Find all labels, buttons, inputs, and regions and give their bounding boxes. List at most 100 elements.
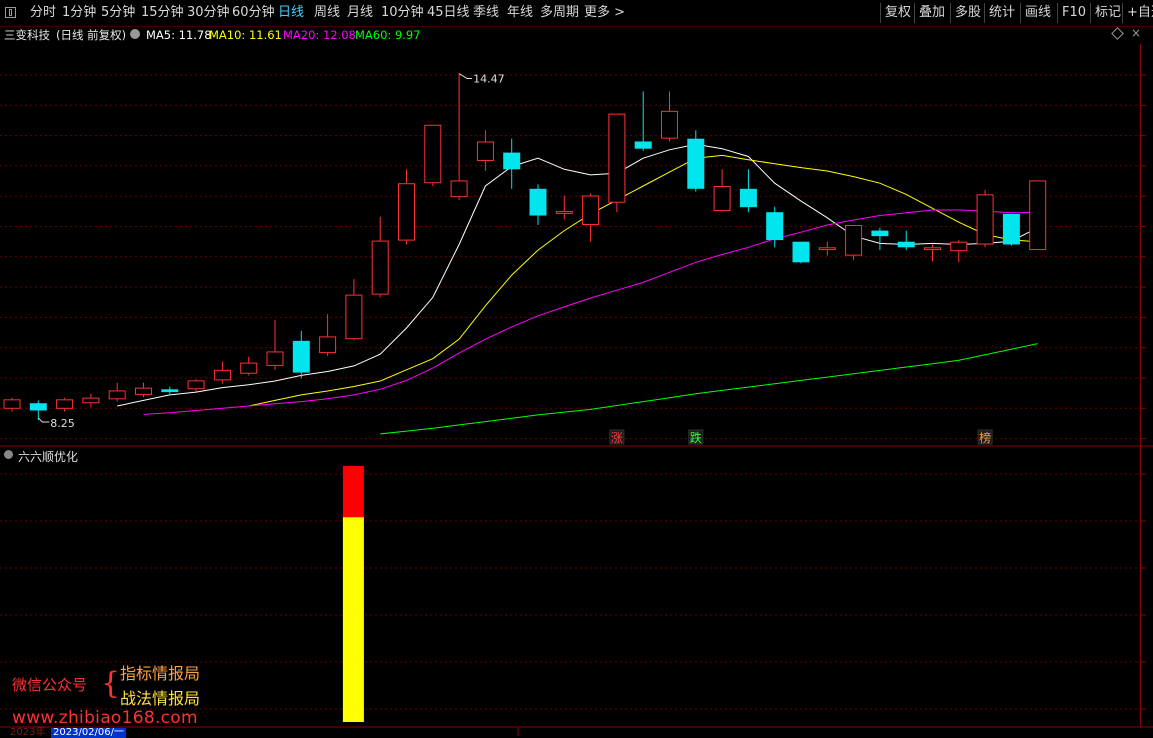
ma-settings-icon[interactable] [130, 29, 140, 39]
period-tab-14[interactable]: 更多 > [584, 0, 625, 26]
period-tab-8[interactable]: 月线 [347, 0, 373, 26]
candle-body [608, 113, 626, 203]
high-price-label: 14.47 [473, 73, 505, 86]
period-tab-0[interactable]: 分时 [30, 0, 56, 26]
watermark-url: www.zhibiao168.com [12, 708, 198, 728]
candle-20 [529, 184, 547, 226]
watermark-name-2: 战法情报局 [120, 689, 201, 708]
event-marker-0: 涨 [609, 429, 625, 445]
high-pointer [458, 73, 473, 80]
period-tab-11[interactable]: 季线 [473, 0, 499, 26]
candle-22 [582, 193, 600, 242]
candle-body [56, 399, 74, 409]
toolbar-button-4[interactable]: 画线 [1020, 3, 1055, 23]
period-tab-2[interactable]: 5分钟 [101, 0, 135, 26]
ma-readout-1: MA10: 11.61 [209, 28, 282, 42]
kline-chart[interactable]: 14.47 8.25 涨 跌 榜 [0, 0, 1153, 736]
candle-body [897, 241, 915, 248]
period-tab-13[interactable]: 多周期 [540, 0, 579, 26]
candle-body [398, 183, 415, 241]
candle-body [529, 188, 547, 216]
period-tab-7[interactable]: 周线 [314, 0, 340, 26]
candle-24 [634, 91, 652, 151]
candle-body [845, 225, 863, 256]
candle-body [345, 294, 363, 340]
watermark-name-1: 指标情报局 [120, 664, 201, 683]
period-tab-3[interactable]: 15分钟 [141, 0, 184, 26]
toolbar-button-7[interactable]: +自选 [1122, 3, 1153, 23]
candle-28 [739, 169, 757, 213]
candle-body [950, 241, 968, 252]
candle-34 [897, 230, 915, 251]
candle-33 [871, 227, 889, 251]
ma60-line [380, 343, 1038, 435]
candle-body [582, 195, 600, 226]
toolbar-button-3[interactable]: 统计 [984, 3, 1019, 23]
candle-body [924, 247, 941, 251]
candle-23 [608, 113, 626, 213]
candle-body [292, 340, 310, 373]
stock-name: 三变科技 [4, 28, 50, 42]
indicator-panel [342, 466, 364, 722]
candle-10 [266, 319, 284, 370]
candle-36 [950, 240, 968, 263]
candle-17 [450, 73, 468, 200]
layout-toggle-icon[interactable] [5, 7, 16, 18]
candle-3 [82, 393, 100, 408]
toolbar-button-6[interactable]: 标记 [1090, 3, 1125, 23]
candle-21 [555, 195, 573, 220]
candle-body [476, 141, 494, 161]
candle-14 [371, 216, 389, 298]
event-marker-text: 涨 [611, 430, 623, 445]
candle-body [792, 241, 810, 263]
candle-body [739, 188, 757, 208]
period-tab-5[interactable]: 60分钟 [232, 0, 275, 26]
ma-readout-3: MA60: 9.97 [355, 28, 421, 42]
toolbar-button-2[interactable]: 多股 [950, 3, 985, 23]
period-tab-12[interactable]: 年线 [507, 0, 533, 26]
close-icon[interactable]: × [1131, 26, 1141, 40]
candle-body [503, 152, 521, 170]
candle-4 [108, 382, 126, 402]
period-tab-4[interactable]: 30分钟 [187, 0, 230, 26]
event-marker-1: 跌 [688, 429, 704, 445]
indicator-bar-bottom [342, 517, 364, 722]
chart-mode[interactable]: (日线 前复权) [56, 27, 126, 43]
candle-body [976, 194, 994, 245]
period-tab-1[interactable]: 1分钟 [62, 0, 96, 26]
candle-body [818, 247, 836, 251]
candle-38 [1002, 213, 1020, 246]
candle-11 [292, 330, 310, 379]
event-marker-text: 榜 [979, 430, 991, 445]
candle-body [450, 180, 468, 198]
candle-2 [56, 397, 74, 412]
period-tab-6[interactable]: 日线 [278, 0, 304, 26]
low-price-label: 8.25 [50, 417, 75, 430]
candle-32 [845, 225, 863, 261]
candle-37 [976, 189, 994, 248]
candle-35 [924, 244, 941, 262]
period-toolbar: 分时 1分钟 5分钟 15分钟 30分钟 60分钟 日线 周线 月线 10分钟 45日线 季线 年线 多周… [0, 0, 1153, 27]
toolbar-button-0[interactable]: 复权 [880, 3, 915, 23]
toolbar-button-1[interactable]: 叠加 [914, 3, 949, 23]
indicator-name[interactable]: 六六顺优化 [18, 448, 78, 465]
candle-27 [713, 169, 731, 212]
candle-7 [187, 379, 205, 392]
date-year-label: 2023年 [10, 727, 46, 738]
toolbar-button-5[interactable]: F10 [1057, 3, 1090, 23]
period-tab-10[interactable]: 45日线 [427, 0, 470, 26]
candle-body [240, 362, 258, 374]
period-tab-9[interactable]: 10分钟 [381, 0, 424, 26]
candle-body [371, 240, 389, 295]
candle-body [766, 212, 784, 241]
candle-body [108, 390, 126, 400]
candle-body [135, 387, 152, 395]
candle-body [713, 186, 731, 212]
indicator-settings-icon[interactable] [4, 450, 13, 459]
candle-body [687, 138, 705, 189]
candle-39 [1029, 180, 1047, 251]
candle-9 [240, 357, 258, 376]
candlesticks [3, 73, 1047, 420]
indicator-bar-top [342, 466, 364, 518]
candle-body [555, 211, 573, 214]
